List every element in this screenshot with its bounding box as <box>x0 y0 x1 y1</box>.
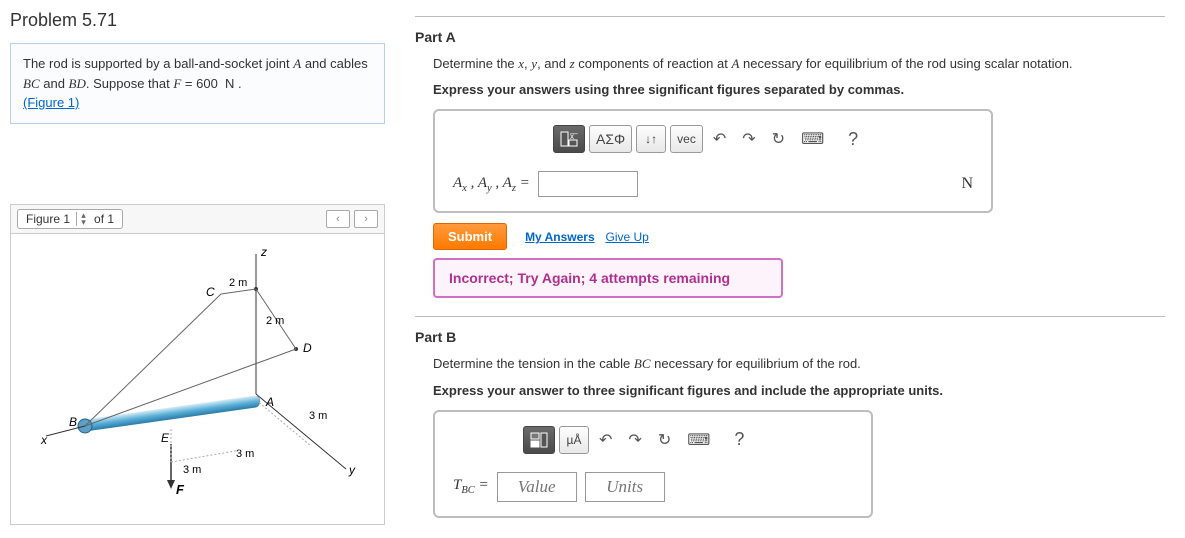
figure-next-button[interactable]: › <box>354 210 378 228</box>
svg-text:A: A <box>265 395 274 409</box>
undo-button[interactable]: ↶ <box>707 125 732 153</box>
help-button[interactable]: ? <box>842 125 864 153</box>
part-b-label: Part B <box>415 329 1165 345</box>
figure-link[interactable]: (Figure 1) <box>23 95 79 110</box>
svg-text:y: y <box>348 463 356 477</box>
part-b-desc: Determine the tension in the cable BC ne… <box>433 355 1165 373</box>
svg-text:B: B <box>69 415 77 429</box>
reset-b-button[interactable]: ↻ <box>652 426 677 454</box>
value-input[interactable] <box>497 472 577 502</box>
svg-text:D: D <box>303 341 312 355</box>
figure-tab[interactable]: Figure 1 ▴▾ of 1 <box>17 209 123 229</box>
keyboard-b-button[interactable]: ⌨ <box>681 426 716 454</box>
svg-text:3 m: 3 m <box>309 410 327 422</box>
figure-stepper-icon[interactable]: ▴▾ <box>76 212 90 226</box>
part-a-answer-box: x͞ ΑΣΦ ↓↑ vec ↶ ↷ ↻ ⌨ ? Ax , Ay , Az = N <box>433 109 993 213</box>
help-b-button[interactable]: ? <box>728 426 750 454</box>
give-up-link[interactable]: Give Up <box>606 230 649 244</box>
problem-title: Problem 5.71 <box>10 10 385 31</box>
part-a-instr: Express your answers using three signifi… <box>433 81 1165 99</box>
svg-text:F: F <box>176 482 185 497</box>
svg-text:x: x <box>40 433 48 447</box>
right-panel: Part A Determine the x, y, and z compone… <box>395 0 1185 538</box>
part-a-var-label: Ax , Ay , Az = <box>453 175 530 194</box>
template-b-button[interactable] <box>523 426 555 454</box>
redo-button[interactable]: ↷ <box>736 125 761 153</box>
figure-image: z y x C D A B <box>11 234 384 524</box>
svg-text:z: z <box>260 245 267 259</box>
submit-button[interactable]: Submit <box>433 223 507 250</box>
svg-text:3 m: 3 m <box>236 448 254 460</box>
reset-button[interactable]: ↻ <box>766 125 791 153</box>
redo-b-button[interactable]: ↷ <box>622 426 647 454</box>
my-answers-link[interactable]: My Answers <box>525 230 595 244</box>
part-a-label: Part A <box>415 29 1165 45</box>
part-a-input[interactable] <box>538 171 638 197</box>
part-b-instr: Express your answer to three significant… <box>433 382 1165 400</box>
figure-panel: Figure 1 ▴▾ of 1 ‹ › <box>10 204 385 525</box>
vec-button[interactable]: vec <box>670 125 703 153</box>
units-input[interactable] <box>585 472 665 502</box>
svg-text:2 m: 2 m <box>266 315 284 327</box>
keyboard-button[interactable]: ⌨ <box>795 125 830 153</box>
undo-b-button[interactable]: ↶ <box>593 426 618 454</box>
template-button[interactable]: x͞ <box>553 125 585 153</box>
svg-text:2 m: 2 m <box>229 277 247 289</box>
part-a-desc: Determine the x, y, and z components of … <box>433 55 1165 73</box>
figure-prev-button[interactable]: ‹ <box>326 210 350 228</box>
svg-text:E: E <box>161 431 170 445</box>
part-b-answer-box: µÅ ↶ ↷ ↻ ⌨ ? TBC = <box>433 410 873 518</box>
feedback-box: Incorrect; Try Again; 4 attempts remaini… <box>433 258 783 298</box>
part-b-toolbar: µÅ ↶ ↷ ↻ ⌨ ? <box>523 426 853 454</box>
greek-button[interactable]: ΑΣΦ <box>589 125 632 153</box>
svg-text:3 m: 3 m <box>183 464 201 476</box>
units-button[interactable]: µÅ <box>559 426 589 454</box>
svg-text:C: C <box>206 285 215 299</box>
part-b-var-label: TBC = <box>453 477 489 496</box>
left-panel: Problem 5.71 The rod is supported by a b… <box>0 0 395 538</box>
part-a-unit: N <box>961 175 973 193</box>
problem-prompt: The rod is supported by a ball-and-socke… <box>10 43 385 124</box>
part-a-toolbar: x͞ ΑΣΦ ↓↑ vec ↶ ↷ ↻ ⌨ ? <box>553 125 973 153</box>
subscript-button[interactable]: ↓↑ <box>636 125 666 153</box>
